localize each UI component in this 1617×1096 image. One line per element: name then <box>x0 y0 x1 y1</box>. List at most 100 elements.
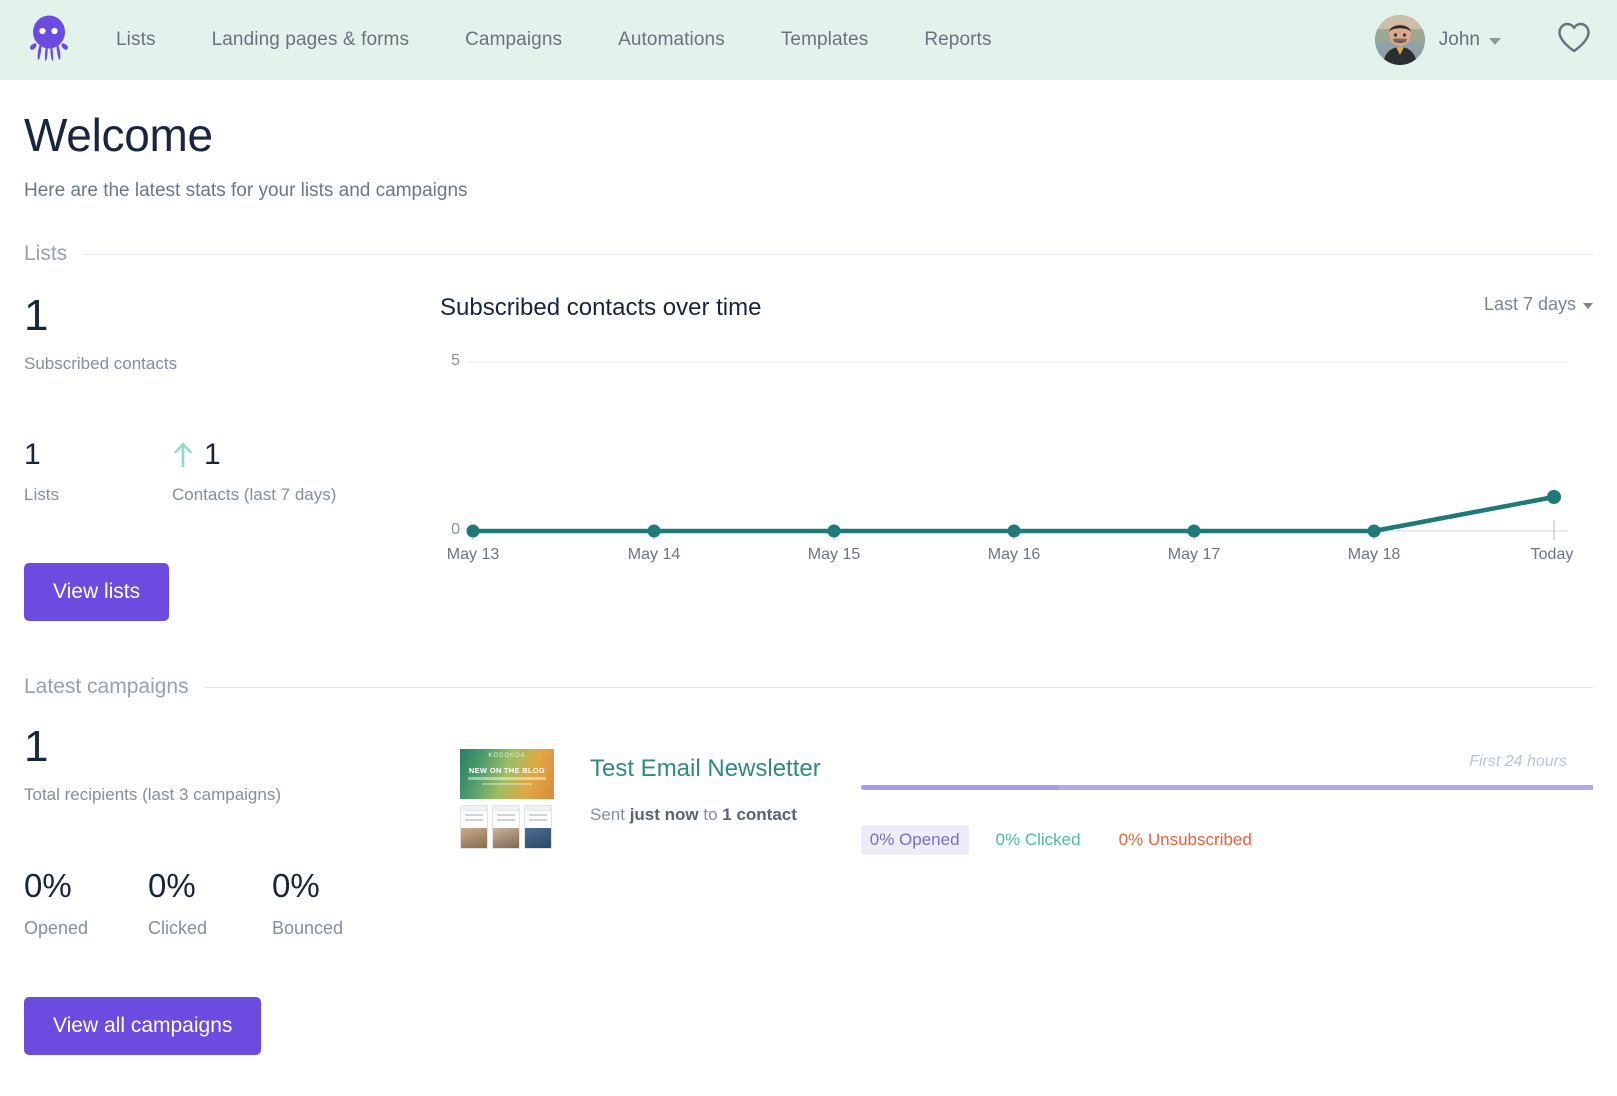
username-label: John <box>1438 29 1480 50</box>
nav-item-campaigns[interactable]: Campaigns <box>437 29 590 51</box>
chart-point <box>647 524 661 538</box>
campaign-percent-stats: 0% Opened 0% Clicked 0% Bounced <box>24 869 432 939</box>
campaign-sent-status: Sent just now to 1 contact <box>590 805 821 825</box>
subscribed-contacts-value: 1 <box>24 291 49 340</box>
chart-title: Subscribed contacts over time <box>440 294 762 321</box>
x-axis-tick-3: May 16 <box>987 546 1041 563</box>
chart-point <box>1187 524 1201 538</box>
chip-opened[interactable]: 0% Opened <box>860 825 969 855</box>
lists-stats-column: 1 Subscribed contacts 1 Lists 1 Contacts… <box>24 294 432 621</box>
section-label-lists: Lists <box>24 242 68 265</box>
campaign-thumbnail-previews <box>460 805 554 849</box>
section-header-latest-campaigns: Latest campaigns <box>24 675 1593 699</box>
x-axis-tick-0: May 13 <box>446 546 500 563</box>
campaign-stats-column: 1 Total recipients (last 3 campaigns) 0%… <box>24 725 432 1055</box>
opened-label: Opened <box>24 918 89 938</box>
campaign-thumbnail-hero: KODOKOA NEW ON THE BLOG <box>460 749 554 799</box>
thumbnail-text-line <box>482 783 532 785</box>
campaign-name-link[interactable]: Test Email Newsletter <box>590 755 821 783</box>
campaign-info: Test Email Newsletter Sent just now to 1… <box>554 749 821 1055</box>
campaign-row: KODOKOA NEW ON THE BLOG Test Email Newsl… <box>432 725 1593 1055</box>
page-title: Welcome <box>24 109 213 161</box>
x-axis-tick-5: May 18 <box>1347 546 1401 563</box>
nav-item-landing-pages-forms[interactable]: Landing pages & forms <box>184 29 438 51</box>
chip-clicked[interactable]: 0% Clicked <box>987 825 1090 855</box>
chart-point <box>827 524 841 538</box>
nav-item-templates[interactable]: Templates <box>753 29 897 51</box>
nav-item-reports[interactable]: Reports <box>896 29 1019 51</box>
progress-segment <box>1058 785 1593 790</box>
chart-plot-area: 5 0 May 13 May 14 May 15 May 16 May 17 M… <box>440 352 1593 570</box>
view-lists-button-wrap: View lists <box>24 563 432 621</box>
y-axis-tick-0: 0 <box>451 521 460 538</box>
chart-svg <box>466 361 1568 540</box>
x-axis-tick-6: Today <box>1530 546 1574 563</box>
x-axis-tick-1: May 14 <box>627 546 681 563</box>
sent-when: just now <box>629 805 699 824</box>
campaign-thumbnail[interactable]: KODOKOA NEW ON THE BLOG <box>460 749 554 1055</box>
view-all-campaigns-button[interactable]: View all campaigns <box>24 997 262 1055</box>
phone-preview <box>492 805 520 849</box>
section-header-lists: Lists <box>24 242 1593 266</box>
y-axis-tick-5: 5 <box>451 352 460 369</box>
thumbnail-text-line <box>468 777 546 780</box>
date-range-dropdown[interactable]: Last 7 days <box>1484 294 1593 315</box>
avatar <box>1374 15 1425 65</box>
nav-item-lists[interactable]: Lists <box>96 29 184 51</box>
page-content: Welcome Here are the latest stats for yo… <box>0 108 1617 1055</box>
thumbnail-brand: KODOKOA <box>488 753 526 759</box>
phone-preview <box>460 805 488 849</box>
chart-point <box>1367 524 1381 538</box>
section-divider <box>204 686 1593 688</box>
lists-count-label: Lists <box>24 485 59 504</box>
clicked-stat: 0% Clicked <box>148 869 272 939</box>
lists-count-stat: 1 Lists <box>24 440 172 505</box>
contacts-trend-label: Contacts (last 7 days) <box>172 485 337 504</box>
chart-point <box>1547 490 1561 504</box>
lists-section-body: 1 Subscribed contacts 1 Lists 1 Contacts… <box>24 294 1593 621</box>
chart-point <box>466 524 480 538</box>
clicked-value: 0% <box>148 867 196 904</box>
bounced-value: 0% <box>272 867 320 904</box>
total-recipients-label: Total recipients (last 3 campaigns) <box>24 785 282 804</box>
view-lists-button[interactable]: View lists <box>24 563 170 621</box>
campaign-performance: First 24 hours 0% Opened 0% Clicked 0% U… <box>821 749 1593 1055</box>
chevron-down-icon <box>1489 38 1501 45</box>
clicked-label: Clicked <box>148 918 208 938</box>
phone-preview <box>524 805 552 849</box>
chevron-down-icon <box>1583 303 1593 309</box>
view-all-campaigns-button-wrap: View all campaigns <box>24 997 432 1055</box>
timeframe-label: First 24 hours <box>1469 753 1567 770</box>
subscribed-contacts-chart: Subscribed contacts over time Last 7 day… <box>432 294 1593 621</box>
performance-chips: 0% Opened 0% Clicked 0% Unsubscribed <box>860 825 1593 855</box>
performance-progress-bar <box>860 785 1593 790</box>
sent-prefix: Sent <box>590 805 630 824</box>
user-menu[interactable]: John <box>1374 15 1501 65</box>
chip-unsubscribed[interactable]: 0% Unsubscribed <box>1110 825 1261 855</box>
lists-count-value: 1 <box>24 438 41 471</box>
top-navigation-bar: Lists Landing pages & forms Campaigns Au… <box>0 0 1617 80</box>
sent-middle: to <box>698 805 723 824</box>
sent-count: 1 contact <box>722 805 797 824</box>
contacts-trend-stat: 1 Contacts (last 7 days) <box>172 440 336 505</box>
date-range-label: Last 7 days <box>1483 294 1576 314</box>
x-axis-tick-2: May 15 <box>807 546 861 563</box>
app-logo[interactable] <box>18 13 80 68</box>
opened-value: 0% <box>24 867 72 904</box>
header-right-controls: John <box>1374 15 1591 65</box>
nav-item-automations[interactable]: Automations <box>590 29 753 51</box>
total-recipients-value: 1 <box>24 722 49 771</box>
contacts-trend-value: 1 <box>204 438 221 471</box>
main-nav: Lists Landing pages & forms Campaigns Au… <box>96 29 1020 51</box>
campaigns-section-body: 1 Total recipients (last 3 campaigns) 0%… <box>24 725 1593 1055</box>
opened-stat: 0% Opened <box>24 869 148 939</box>
heart-icon <box>1557 22 1591 58</box>
page-subtitle: Here are the latest stats for your lists… <box>24 180 468 201</box>
bounced-label: Bounced <box>272 918 344 938</box>
thumbnail-headline: NEW ON THE BLOG <box>468 766 546 775</box>
favorites-button[interactable] <box>1557 22 1591 58</box>
bounced-stat: 0% Bounced <box>272 869 396 939</box>
section-divider <box>83 253 1593 255</box>
contacts-trend-value-row: 1 <box>172 440 336 470</box>
arrow-up-icon <box>172 442 194 468</box>
